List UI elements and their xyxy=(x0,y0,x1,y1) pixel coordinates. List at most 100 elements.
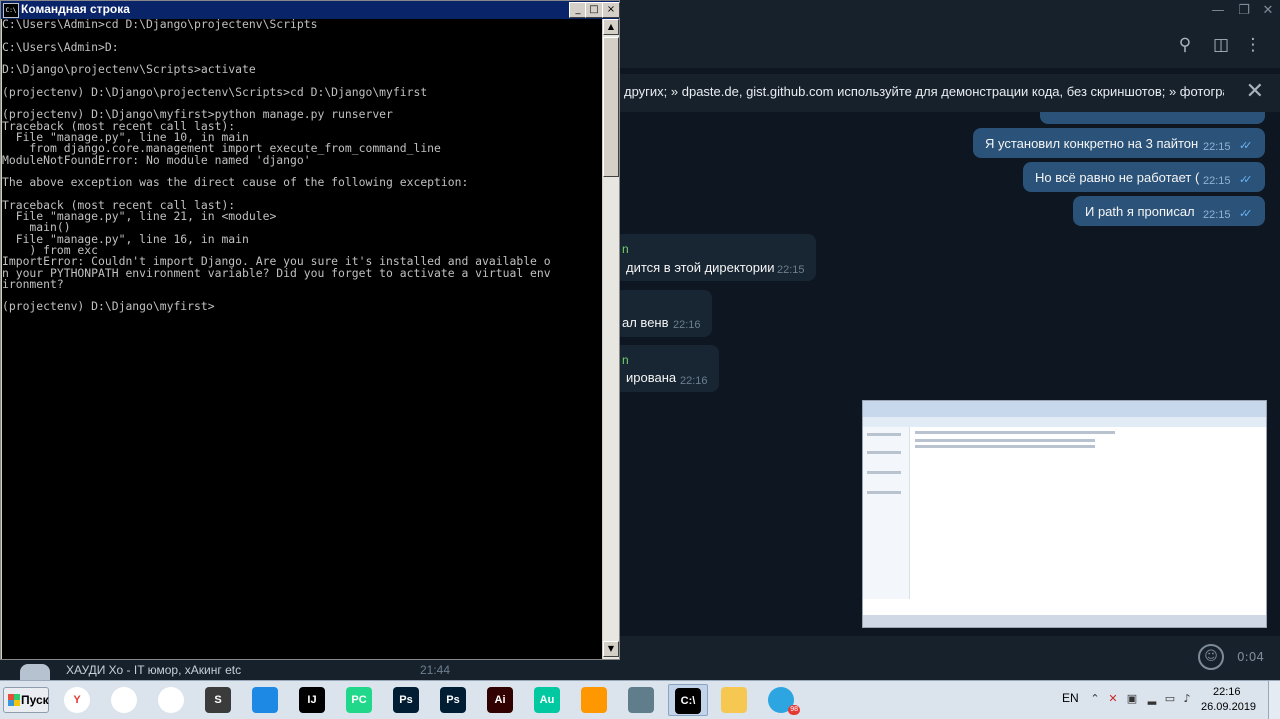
thumb-row xyxy=(867,491,901,494)
intellij-icon: IJ xyxy=(299,687,325,713)
message-bubble-out[interactable]: И path я прописал 22:15 ✓✓ xyxy=(1073,196,1265,226)
message-time: 22:15 xyxy=(1203,209,1231,221)
message-text: И path я прописал xyxy=(1085,204,1195,219)
message-bubble-in[interactable]: ал венв 22:16 xyxy=(614,290,712,337)
thumb-taskbar xyxy=(863,615,1266,627)
message-text: дится в этой директории xyxy=(626,260,775,275)
taskbar-app-pycharm[interactable]: PC xyxy=(340,684,380,716)
message-input-bar[interactable]: ☺ 0:04 xyxy=(620,636,1280,680)
chrome-icon xyxy=(111,687,137,713)
thumb-row xyxy=(915,445,1095,448)
chat-header: ⚲ ◫ ⋮ xyxy=(620,22,1280,68)
printer-icon[interactable]: ▣ xyxy=(1125,692,1139,706)
windows-logo-icon xyxy=(8,694,20,706)
cmd-title: Командная строка xyxy=(21,2,130,16)
audition-icon: Au xyxy=(534,687,560,713)
message-text: ал венв xyxy=(622,315,669,330)
sender-name: n xyxy=(622,242,629,256)
message-time: 22:16 xyxy=(673,319,701,331)
cmd-titlebar[interactable]: C:\ Командная строка _ □ × xyxy=(1,1,620,19)
media-player-icon xyxy=(628,687,654,713)
close-button[interactable]: × xyxy=(602,2,620,18)
pinned-message-bar[interactable]: других; » dpaste.de, gist.github.com исп… xyxy=(620,74,1280,112)
message-bubble-out[interactable]: Но всё равно не работает ( 22:15 ✓✓ xyxy=(1023,162,1265,192)
double-check-icon: ✓✓ xyxy=(1239,208,1253,220)
message-text: ирована xyxy=(626,370,677,385)
more-icon[interactable]: ⋮ xyxy=(1242,34,1264,56)
cmd-icon: C:\ xyxy=(3,3,19,18)
emoji-icon[interactable]: ☺ xyxy=(1198,644,1224,670)
telegram-window-controls: — ❐ ✕ xyxy=(620,0,1280,22)
message-bubble-in[interactable]: n ирована 22:16 xyxy=(614,345,719,392)
taskbar-app-media-player[interactable] xyxy=(622,684,662,716)
thumb-row xyxy=(867,451,901,454)
console-output[interactable]: C:\Users\Admin>cd D:\Django\projectenv\S… xyxy=(2,19,602,659)
start-button[interactable]: Пуск xyxy=(3,687,49,713)
clock-date[interactable]: 26.09.2019 xyxy=(1201,701,1256,713)
unread-badge: 98 xyxy=(788,705,800,715)
screenshot-image[interactable] xyxy=(862,400,1267,628)
message-text: Я установил конкретно на 3 пайтон xyxy=(985,136,1199,151)
sidebar-icon[interactable]: ◫ xyxy=(1210,34,1232,56)
pinned-message-text: других; » dpaste.de, gist.github.com исп… xyxy=(624,84,1224,99)
maximize-button[interactable]: □ xyxy=(585,2,603,18)
vscode-icon xyxy=(252,687,278,713)
taskbar-app-illustrator[interactable]: Ai xyxy=(481,684,521,716)
message-text: Но всё равно не работает ( xyxy=(1035,170,1200,185)
tg-maximize-button[interactable]: ❐ xyxy=(1232,2,1256,20)
cmd-icon: C:\ xyxy=(675,688,701,714)
scroll-up-icon[interactable]: ▲ xyxy=(603,19,619,35)
volume-icon[interactable]: ♪ xyxy=(1180,692,1194,706)
taskbar: Пуск Y S IJ PC Ps Ps Ai Au C:\ 98 EN ⌃ ✕ ▣ ▂ ▭ ♪ … xyxy=(0,680,1280,719)
taskbar-app-explorer[interactable] xyxy=(715,684,755,716)
vertical-scrollbar[interactable]: ▲ ▼ xyxy=(603,19,619,659)
thumb-row xyxy=(915,439,1095,442)
language-indicator[interactable]: EN xyxy=(1062,691,1079,705)
thumb-toolbar xyxy=(863,417,1266,427)
message-time: 22:15 xyxy=(1203,175,1231,187)
show-desktop-button[interactable] xyxy=(1268,681,1280,719)
taskbar-app-photoshop-1[interactable]: Ps xyxy=(387,684,427,716)
search-icon[interactable]: ⚲ xyxy=(1174,34,1196,56)
taskbar-app-melon[interactable] xyxy=(152,684,192,716)
taskbar-app-vscode[interactable] xyxy=(246,684,286,716)
scroll-down-icon[interactable]: ▼ xyxy=(603,641,619,657)
message-time: 22:15 xyxy=(777,264,805,276)
taskbar-app-audition[interactable]: Au xyxy=(528,684,568,716)
message-time: 22:16 xyxy=(680,375,708,387)
chat-preview-title: ХАУДИ Хо - IT юмор, хАкинг etc xyxy=(66,663,242,677)
taskbar-app-yandex-browser[interactable]: Y xyxy=(58,684,98,716)
recording-time: 0:04 xyxy=(1237,650,1264,664)
chat-avatar xyxy=(20,664,50,680)
tg-minimize-button[interactable]: — xyxy=(1206,2,1230,20)
cmd-window[interactable]: C:\ Командная строка _ □ × C:\Users\Admi… xyxy=(0,0,620,660)
signal-icon[interactable]: ▂ xyxy=(1145,692,1159,706)
double-check-icon: ✓✓ xyxy=(1239,140,1253,152)
taskbar-app-headphones[interactable] xyxy=(575,684,615,716)
taskbar-app-sublime[interactable]: S xyxy=(199,684,239,716)
tray-expand-icon[interactable]: ⌃ xyxy=(1088,692,1102,706)
thumb-row xyxy=(915,431,1115,434)
taskbar-app-cmd[interactable]: C:\ xyxy=(668,684,708,716)
close-icon[interactable]: ✕ xyxy=(1246,80,1264,104)
message-bubble-out[interactable]: Я установил конкретно на 3 пайтон 22:15 … xyxy=(973,128,1265,158)
chat-list-preview[interactable]: ХАУДИ Хо - IT юмор, хАкинг etc 21:44 xyxy=(0,660,620,680)
battery-icon[interactable]: ▭ xyxy=(1163,692,1177,706)
message-bubble-in[interactable]: n дится в этой директории 22:15 xyxy=(614,234,816,281)
tg-close-button[interactable]: ✕ xyxy=(1256,2,1280,20)
illustrator-icon: Ai xyxy=(487,687,513,713)
network-error-icon[interactable]: ✕ xyxy=(1106,692,1120,706)
clock-time[interactable]: 22:16 xyxy=(1213,686,1241,698)
sublime-icon: S xyxy=(205,687,231,713)
yandex-browser-icon: Y xyxy=(64,687,90,713)
scroll-thumb[interactable] xyxy=(603,37,619,177)
photoshop-1-icon: Ps xyxy=(393,687,419,713)
melon-icon xyxy=(158,687,184,713)
sender-name: n xyxy=(622,353,629,367)
taskbar-app-telegram[interactable]: 98 xyxy=(762,684,802,716)
thumb-row xyxy=(867,433,901,436)
taskbar-app-intellij[interactable]: IJ xyxy=(293,684,333,716)
taskbar-app-photoshop-2[interactable]: Ps xyxy=(434,684,474,716)
message-bubble-partial xyxy=(1040,112,1265,124)
taskbar-app-chrome[interactable] xyxy=(105,684,145,716)
